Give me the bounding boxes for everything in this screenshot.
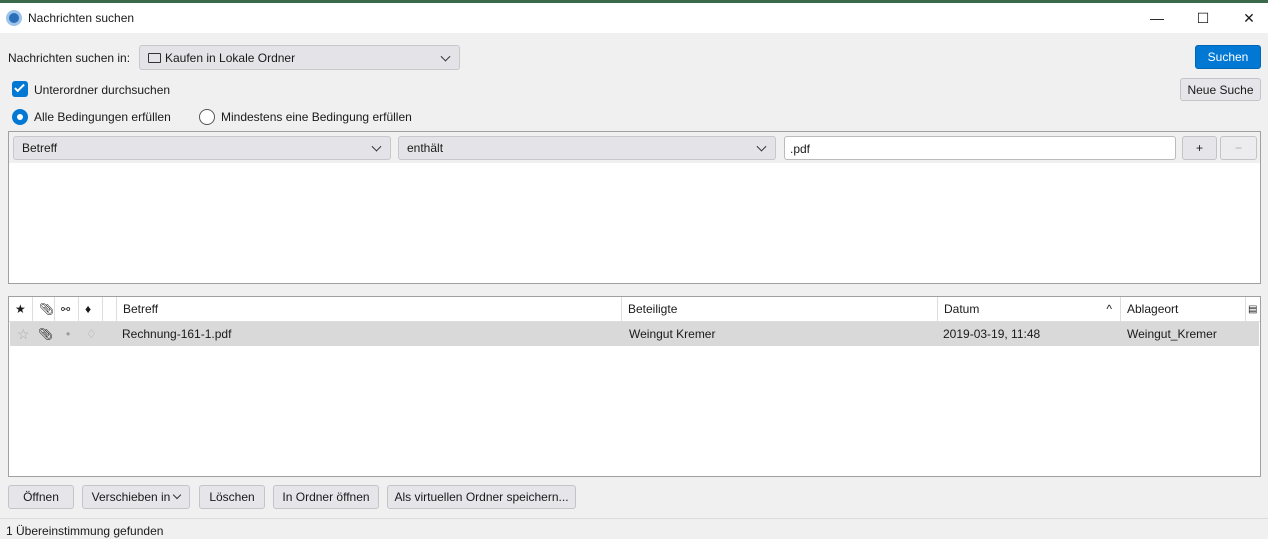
attachment-column-icon[interactable]: 📎︎ [33,297,55,321]
status-text: 1 Übereinstimmung gefunden [6,524,164,538]
match-any-label: Mindestens eine Bedingung erfüllen [221,110,412,124]
search-button[interactable]: Suchen [1195,45,1261,69]
search-in-label: Nachrichten suchen in: [8,51,131,65]
column-picker-icon[interactable]: ▤ [1246,297,1261,321]
remove-criteria-button[interactable]: − [1220,136,1257,160]
chevron-down-icon [371,141,382,152]
table-row[interactable]: ☆ 📎︎ • ♢ Rechnung-161-1.pdf Weingut Krem… [10,322,1259,346]
star-icon[interactable]: ☆ [11,322,30,346]
row-location: Weingut_Kremer [1127,327,1217,341]
thread-column-icon[interactable]: ⚯ [55,297,79,321]
criteria-field-select[interactable]: Betreff [13,136,391,160]
star-column-icon[interactable]: ★ [9,297,33,321]
window-title: Nachrichten suchen [28,11,135,25]
folder-select-value: Kaufen in Lokale Ordner [165,50,296,65]
criteria-field-value: Betreff [22,141,58,155]
folder-select[interactable]: Kaufen in Lokale Ordner [139,45,460,70]
chevron-down-icon [440,51,451,62]
chevron-down-icon [756,141,767,152]
status-divider [0,518,1268,519]
match-all-label: Alle Bedingungen erfüllen [34,110,171,124]
folder-icon [148,52,161,63]
title-bar: Nachrichten suchen — ☐ ✕ [0,3,1268,33]
move-to-label: Verschieben in [91,490,171,504]
match-any-radio[interactable] [199,109,215,125]
subfolders-checkbox[interactable] [12,81,28,97]
criteria-row: Betreff enthält .pdf + − [9,132,1260,163]
criteria-panel: Betreff enthält .pdf + − [8,131,1261,284]
thread-dot-icon: • [66,327,71,341]
row-correspondents: Weingut Kremer [629,327,716,341]
column-header-date-label: Datum [944,302,980,316]
row-subject: Rechnung-161-1.pdf [122,327,232,341]
sort-ascending-icon: ^ [1106,302,1112,316]
column-header-correspondents[interactable]: Beteiligte [622,297,938,321]
thunderbird-icon [6,10,22,26]
delete-button[interactable]: Löschen [199,485,265,509]
attachment-icon: 📎︎ [38,327,54,341]
open-in-folder-button[interactable]: In Ordner öffnen [273,485,379,509]
subfolders-label: Unterordner durchsuchen [34,83,171,97]
column-header-date[interactable]: Datum ^ [938,297,1121,321]
criteria-operator-value: enthält [407,141,444,155]
junk-icon[interactable]: ♢ [80,322,97,346]
open-button[interactable]: Öffnen [8,485,74,509]
save-virtual-folder-button[interactable]: Als virtuellen Ordner speichern... [387,485,576,509]
chevron-down-icon [173,490,182,500]
row-date: 2019-03-19, 11:48 [943,327,1041,341]
junk-column-icon[interactable]: ♦ [79,297,103,321]
column-header-location[interactable]: Ablageort [1121,297,1246,321]
minimize-button[interactable]: — [1134,3,1180,33]
column-header-subject[interactable]: Betreff [116,297,622,321]
table-header: ★ 📎︎ ⚯ ♦ Betreff Beteiligte Datum ^ Ablag… [9,297,1260,322]
criteria-operator-select[interactable]: enthält [398,136,776,160]
move-to-button[interactable]: Verschieben in [82,485,190,509]
new-search-button[interactable]: Neue Suche [1180,78,1261,101]
results-table: ★ 📎︎ ⚯ ♦ Betreff Beteiligte Datum ^ Ablag… [8,296,1261,477]
maximize-button[interactable]: ☐ [1180,3,1226,33]
add-criteria-button[interactable]: + [1182,136,1217,160]
close-button[interactable]: ✕ [1226,3,1268,33]
match-all-radio[interactable] [12,109,28,125]
criteria-value-input[interactable]: .pdf [784,136,1176,160]
